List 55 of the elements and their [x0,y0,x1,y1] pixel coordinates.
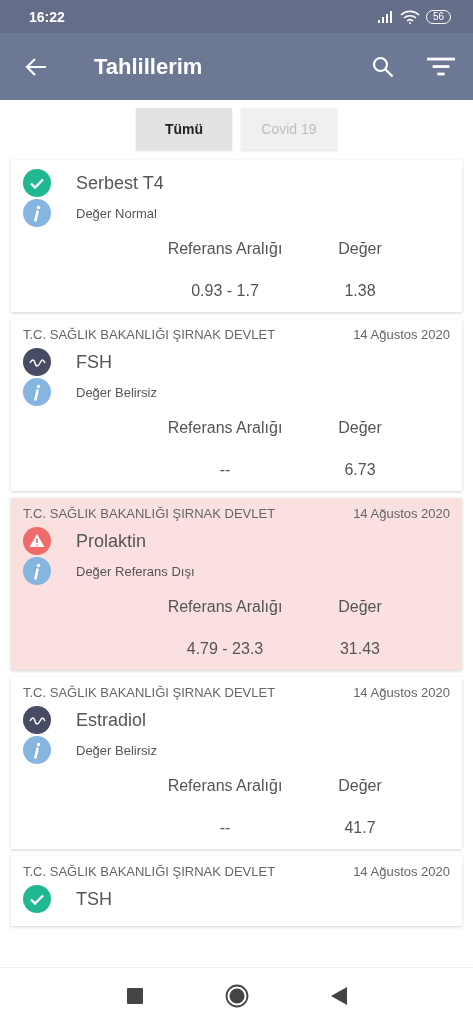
result-card[interactable]: T.C. SAĞLIK BAKANLIĞI ŞIRNAK DEVLET 14 Ağustos 2020 TSH [11,856,462,926]
wifi-icon [399,9,420,24]
signal-icon [377,10,394,23]
column-label: Değer [337,598,383,616]
warning-icon [23,527,51,555]
test-name: TSH [76,888,112,910]
result-value: 1.38 [343,282,377,300]
institution-name: T.C. SAĞLIK BAKANLIĞI ŞIRNAK DEVLET [23,864,276,879]
result-value: 6.73 [343,461,377,479]
institution-name: T.C. SAĞLIK BAKANLIĞI ŞIRNAK DEVLET [23,327,276,342]
result-status: Değer Normal [76,205,157,221]
info-icon [23,557,51,585]
reference-range: 0.93 - 1.7 [190,282,260,300]
info-icon [23,736,51,764]
result-status: Değer Belirsiz [76,742,157,758]
info-icon [23,378,51,406]
status-time: 16:22 [29,8,66,25]
result-value: 31.43 [338,640,381,658]
result-card[interactable]: T.C. SAĞLIK BAKANLIĞI ŞIRNAK DEVLET 14 Ağustos 2020 Prolaktin Değer Referans Dışı Referans Aralığı Değer 4.79 - 23.3 31.43 [11,498,462,670]
check-icon [23,885,51,913]
info-icon [23,199,51,227]
wave-icon [23,706,51,734]
column-label: Referans Aralığı [166,240,284,258]
result-date: 14 Ağustos 2020 [353,685,450,700]
column-label: Değer [337,419,383,437]
test-name: Prolaktin [76,530,147,552]
result-value: 41.7 [343,819,377,837]
result-date: 14 Ağustos 2020 [353,327,450,342]
nav-back-button[interactable] [330,987,347,1005]
wave-icon [23,348,51,376]
column-label: Referans Aralığı [166,419,284,437]
filter-tab[interactable]: Tümü [136,108,232,150]
institution-name: T.C. SAĞLIK BAKANLIĞI ŞIRNAK DEVLET [23,506,276,521]
column-label: Referans Aralığı [166,777,284,795]
result-status: Değer Belirsiz [76,384,157,400]
institution-name: T.C. SAĞLIK BAKANLIĞI ŞIRNAK DEVLET [23,685,276,700]
result-card[interactable]: Serbest T4 Değer Normal Referans Aralığı Değer 0.93 - 1.7 1.38 [11,160,462,312]
result-status: Değer Referans Dışı [76,563,195,579]
reference-range: -- [218,461,232,479]
test-name: Serbest T4 [76,172,164,194]
home-button[interactable] [224,984,249,1008]
test-name: Estradiol [76,709,147,731]
result-date: 14 Ağustos 2020 [353,506,450,521]
column-label: Referans Aralığı [166,598,284,616]
recents-button[interactable] [126,988,143,1004]
reference-range: -- [218,819,232,837]
result-card[interactable]: T.C. SAĞLIK BAKANLIĞI ŞIRNAK DEVLET 14 Ağustos 2020 FSH Değer Belirsiz Referans Aralığı Değer -- 6.73 [11,319,462,491]
check-icon [23,169,51,197]
result-card[interactable]: T.C. SAĞLIK BAKANLIĞI ŞIRNAK DEVLET 14 Ağustos 2020 Estradiol Değer Belirsiz Referans Aralığı Değer -- 41.7 [11,677,462,849]
column-label: Değer [337,777,383,795]
reference-range: 4.79 - 23.3 [185,640,265,658]
test-name: FSH [76,351,112,373]
result-date: 14 Ağustos 2020 [353,864,450,879]
column-label: Değer [337,240,383,258]
page-title: Tahlillerim [94,53,204,80]
